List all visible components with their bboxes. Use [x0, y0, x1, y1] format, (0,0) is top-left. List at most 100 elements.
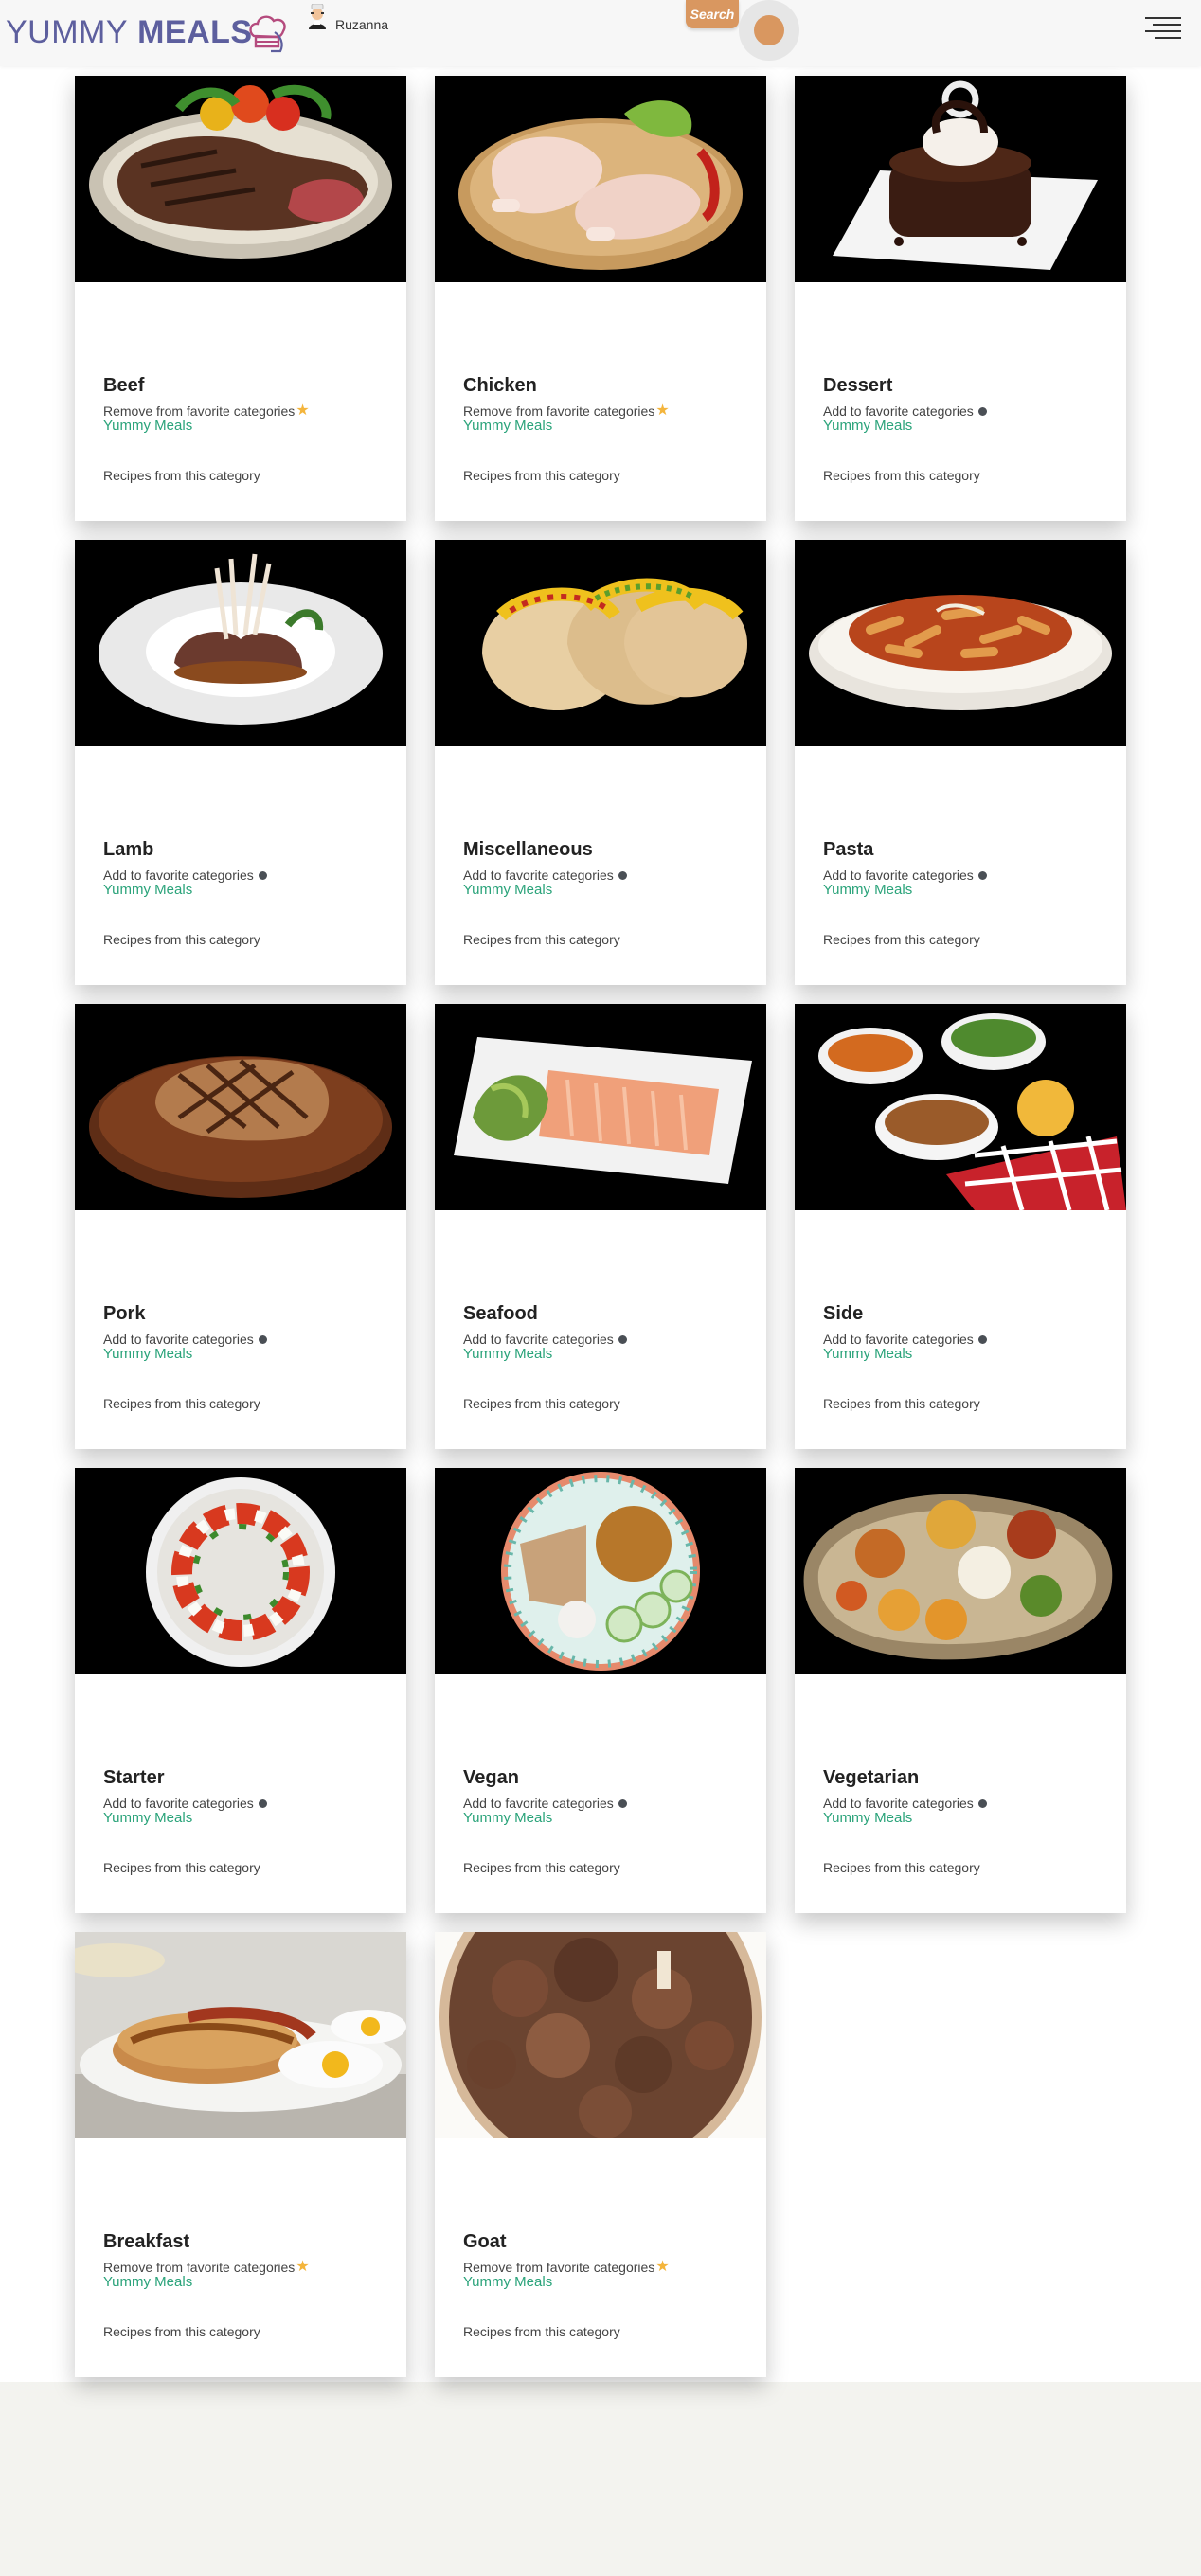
- search-button[interactable]: Search: [686, 0, 739, 28]
- category-title: Pasta: [823, 839, 874, 860]
- category-image[interactable]: [75, 76, 406, 282]
- site-link[interactable]: Yummy Meals: [823, 1810, 912, 1826]
- site-link[interactable]: Yummy Meals: [823, 882, 912, 898]
- site-link[interactable]: Yummy Meals: [103, 882, 192, 898]
- favorite-toggle[interactable]: Add to favorite categories: [823, 868, 987, 883]
- site-link[interactable]: Yummy Meals: [463, 1810, 552, 1826]
- recipes-link[interactable]: Recipes from this category: [103, 1396, 260, 1411]
- category-image[interactable]: [795, 1468, 1126, 1674]
- site-link[interactable]: Yummy Meals: [103, 418, 192, 434]
- brand-logo-text[interactable]: YUMMY MEALS: [6, 14, 253, 51]
- recipes-link[interactable]: Recipes from this category: [103, 468, 260, 483]
- favorite-toggle[interactable]: Add to favorite categories: [463, 868, 627, 883]
- category-card-seafood[interactable]: Seafood Add to favorite categories Yummy…: [435, 1004, 766, 1449]
- favorite-toggle[interactable]: Add to favorite categories: [823, 1796, 987, 1811]
- favorite-toggle[interactable]: Add to favorite categories: [823, 1332, 987, 1347]
- category-image[interactable]: [75, 1004, 406, 1210]
- favorite-toggle[interactable]: Remove from favorite categories ★: [463, 403, 670, 420]
- category-image[interactable]: [435, 76, 766, 282]
- category-image[interactable]: [795, 540, 1126, 746]
- category-card-breakfast[interactable]: Breakfast Remove from favorite categorie…: [75, 1932, 406, 2377]
- category-card-vegetarian[interactable]: Vegetarian Add to favorite categories Yu…: [795, 1468, 1126, 1913]
- favorite-toggle[interactable]: Add to favorite categories: [463, 1332, 627, 1347]
- dot-icon: [258, 870, 267, 880]
- category-card-miscellaneous[interactable]: Miscellaneous Add to favorite categories…: [435, 540, 766, 985]
- favorite-label: Remove from favorite categories: [103, 403, 296, 419]
- category-title: Vegetarian: [823, 1767, 920, 1788]
- recipes-link[interactable]: Recipes from this category: [823, 1860, 980, 1875]
- category-image[interactable]: [435, 1004, 766, 1210]
- site-link[interactable]: Yummy Meals: [823, 418, 912, 434]
- favorite-toggle[interactable]: Add to favorite categories: [463, 1796, 627, 1811]
- dot-icon: [618, 1334, 627, 1344]
- site-link[interactable]: Yummy Meals: [463, 1346, 552, 1362]
- brand-word-yummy: YUMMY: [6, 14, 129, 50]
- category-card-pasta[interactable]: Pasta Add to favorite categories Yummy M…: [795, 540, 1126, 985]
- recipes-link[interactable]: Recipes from this category: [103, 2324, 260, 2339]
- site-link[interactable]: Yummy Meals: [103, 1810, 192, 1826]
- favorite-label: Add to favorite categories: [463, 1796, 614, 1811]
- recipes-link[interactable]: Recipes from this category: [463, 932, 620, 947]
- category-image[interactable]: [435, 540, 766, 746]
- favorite-label: Remove from favorite categories: [103, 2260, 296, 2275]
- site-link[interactable]: Yummy Meals: [463, 882, 552, 898]
- category-card-chicken[interactable]: Chicken Remove from favorite categories …: [435, 76, 766, 521]
- dot-icon: [977, 406, 987, 416]
- dot-icon: [618, 870, 627, 880]
- category-card-vegan[interactable]: Vegan Add to favorite categories Yummy M…: [435, 1468, 766, 1913]
- favorite-label: Add to favorite categories: [463, 868, 614, 883]
- dot-icon: [258, 1798, 267, 1808]
- category-card-beef[interactable]: Beef Remove from favorite categories ★ Y…: [75, 76, 406, 521]
- favorite-label: Add to favorite categories: [823, 1332, 974, 1347]
- category-image[interactable]: [75, 1468, 406, 1674]
- favorite-label: Remove from favorite categories: [463, 403, 655, 419]
- category-title: Miscellaneous: [463, 839, 593, 860]
- category-image[interactable]: [435, 1932, 766, 2138]
- user-profile[interactable]: Ruzanna: [305, 4, 388, 32]
- category-card-goat[interactable]: Goat Remove from favorite categories ★ Y…: [435, 1932, 766, 2377]
- favorite-toggle[interactable]: Remove from favorite categories ★: [463, 2259, 670, 2276]
- recipes-link[interactable]: Recipes from this category: [823, 468, 980, 483]
- recipes-link[interactable]: Recipes from this category: [823, 1396, 980, 1411]
- chef-hat-icon: [246, 11, 290, 53]
- recipes-link[interactable]: Recipes from this category: [103, 932, 260, 947]
- category-image[interactable]: [795, 1004, 1126, 1210]
- hamburger-menu-icon[interactable]: [1143, 15, 1183, 42]
- favorite-toggle[interactable]: Add to favorite categories: [103, 868, 267, 883]
- dot-icon: [258, 1334, 267, 1344]
- favorite-label: Add to favorite categories: [103, 1332, 254, 1347]
- favorite-label: Remove from favorite categories: [463, 2260, 655, 2275]
- favorite-toggle[interactable]: Add to favorite categories: [823, 403, 987, 419]
- favorite-label: Add to favorite categories: [823, 1796, 974, 1811]
- favorite-toggle[interactable]: Add to favorite categories: [103, 1332, 267, 1347]
- favorite-toggle[interactable]: Remove from favorite categories ★: [103, 403, 310, 420]
- site-link[interactable]: Yummy Meals: [823, 1346, 912, 1362]
- category-image[interactable]: [435, 1468, 766, 1674]
- star-icon: ★: [655, 2259, 670, 2275]
- recipes-link[interactable]: Recipes from this category: [463, 2324, 620, 2339]
- search-toggle[interactable]: [739, 0, 799, 61]
- category-title: Goat: [463, 2231, 507, 2252]
- category-card-starter[interactable]: Starter Add to favorite categories Yummy…: [75, 1468, 406, 1913]
- favorite-toggle[interactable]: Add to favorite categories: [103, 1796, 267, 1811]
- star-icon: ★: [296, 2259, 310, 2275]
- category-card-pork[interactable]: Pork Add to favorite categories Yummy Me…: [75, 1004, 406, 1449]
- site-link[interactable]: Yummy Meals: [463, 418, 552, 434]
- site-link[interactable]: Yummy Meals: [103, 1346, 192, 1362]
- recipes-link[interactable]: Recipes from this category: [823, 932, 980, 947]
- site-link[interactable]: Yummy Meals: [103, 2274, 192, 2290]
- recipes-link[interactable]: Recipes from this category: [103, 1860, 260, 1875]
- site-link[interactable]: Yummy Meals: [463, 2274, 552, 2290]
- category-card-side[interactable]: Side Add to favorite categories Yummy Me…: [795, 1004, 1126, 1449]
- favorite-label: Add to favorite categories: [823, 403, 974, 419]
- recipes-link[interactable]: Recipes from this category: [463, 1396, 620, 1411]
- category-image[interactable]: [75, 540, 406, 746]
- category-card-dessert[interactable]: Dessert Add to favorite categories Yummy…: [795, 76, 1126, 521]
- category-image[interactable]: [795, 76, 1126, 282]
- category-title: Pork: [103, 1303, 146, 1324]
- recipes-link[interactable]: Recipes from this category: [463, 1860, 620, 1875]
- favorite-toggle[interactable]: Remove from favorite categories ★: [103, 2259, 310, 2276]
- recipes-link[interactable]: Recipes from this category: [463, 468, 620, 483]
- category-image[interactable]: [75, 1932, 406, 2138]
- category-card-lamb[interactable]: Lamb Add to favorite categories Yummy Me…: [75, 540, 406, 985]
